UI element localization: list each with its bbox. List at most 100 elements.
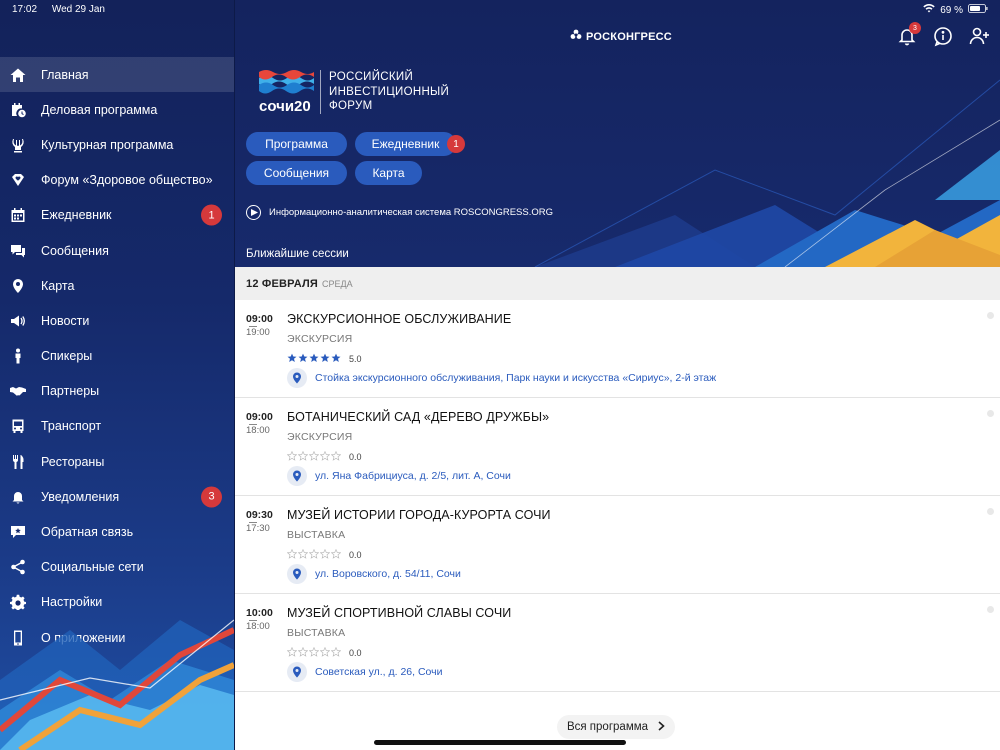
sidebar-item-12[interactable]: Уведомления 3 — [0, 479, 234, 514]
sidebar-item-label: Рестораны — [41, 454, 105, 469]
speaker-person-icon — [10, 348, 26, 364]
session-type: ЭКСКУРСИЯ — [287, 431, 353, 443]
logo-separator — [320, 70, 321, 114]
star-empty-icon — [286, 448, 298, 466]
sidebar-item-0[interactable]: Главная — [0, 57, 234, 93]
session-rating: 0.0 — [286, 448, 362, 466]
battery-icon — [968, 4, 988, 16]
home-icon — [10, 67, 26, 83]
info-chat-icon — [932, 27, 954, 51]
star-empty-icon — [286, 546, 298, 564]
session-start-time: 09:00 — [246, 411, 273, 423]
sidebar-item-13[interactable]: Обратная связь — [0, 514, 234, 549]
status-bar-right: 69 % — [923, 4, 988, 16]
diary-button[interactable]: Ежедневник 1 — [355, 132, 465, 156]
session-location[interactable]: Стойка экскурсионного обслуживания, Парк… — [287, 368, 716, 388]
star-empty-icon — [330, 644, 342, 662]
add-contact-button[interactable] — [968, 25, 990, 47]
rating-value: 0.0 — [349, 550, 362, 560]
roscongress-info-link[interactable]: Информационно-аналитическая система ROSC… — [246, 205, 553, 220]
sidebar-item-8[interactable]: Спикеры — [0, 339, 234, 374]
session-type: ЭКСКУРСИЯ — [287, 333, 353, 345]
star-empty-icon — [286, 644, 298, 662]
sidebar-item-2[interactable]: Культурная программа — [0, 127, 234, 162]
location-pin-icon — [287, 564, 307, 584]
sidebar-item-11[interactable]: Рестораны — [0, 444, 234, 479]
sidebar-item-label: Транспорт — [41, 419, 102, 434]
handshake-icon — [10, 383, 26, 399]
sidebar-item-6[interactable]: Карта — [0, 268, 234, 303]
session-row[interactable]: 09:00 19:00 ЭКСКУРСИОННОЕ ОБСЛУЖИВАНИЕ ЭКСК… — [235, 300, 1000, 398]
messages-button[interactable]: Сообщения — [246, 161, 347, 185]
add-user-icon — [968, 27, 990, 51]
session-end-time: 17:30 — [246, 523, 270, 534]
session-row[interactable]: 09:00 18:00 БОТАНИЧЕСКИЙ САД «ДЕРЕВО ДРУЖБ… — [235, 398, 1000, 496]
session-start-time: 09:30 — [246, 509, 273, 521]
session-location[interactable]: Советская ул., д. 26, Сочи — [287, 662, 442, 682]
session-row[interactable]: 09:30 17:30 МУЗЕЙ ИСТОРИИ ГОРОДА-КУРОРТА С… — [235, 496, 1000, 594]
chat-icon — [10, 243, 26, 259]
session-end-time: 19:00 — [246, 327, 270, 338]
location-pin-icon — [287, 466, 307, 486]
notifications-button[interactable]: 3 — [896, 22, 921, 47]
quick-links-row-1: Программа Ежедневник 1 — [246, 132, 465, 156]
status-dot — [987, 606, 994, 613]
pill-label: Сообщения — [263, 166, 330, 180]
session-title: МУЗЕЙ ИСТОРИИ ГОРОДА-КУРОРТА СОЧИ — [287, 508, 551, 522]
main-content: 69 % РОСКОНГРЕСС 3 сочи20 РОССИЙСКИЙ ИНВ… — [235, 0, 1000, 750]
notifications-count: 3 — [909, 22, 921, 34]
brand-name: РОСКОНГРЕСС — [586, 30, 672, 43]
session-type: ВЫСТАВКА — [287, 627, 346, 639]
date-header: 12 ФЕВРАЛЯ СРЕДА — [235, 267, 1000, 300]
sidebar-item-4[interactable]: Ежедневник 1 — [0, 198, 234, 233]
info-button[interactable] — [932, 25, 954, 47]
bell-icon — [10, 489, 26, 505]
forum-name-line: ФОРУМ — [329, 100, 373, 112]
session-title: МУЗЕЙ СПОРТИВНОЙ СЛАВЫ СОЧИ — [287, 606, 512, 620]
session-location[interactable]: ул. Воровского, д. 54/11, Сочи — [287, 564, 461, 584]
location-label: ул. Яна Фабрициуса, д. 2/5, лит. А, Сочи — [315, 470, 511, 482]
sidebar-item-label: Обратная связь — [41, 525, 134, 540]
sidebar-item-label: Сообщения — [41, 243, 109, 258]
hero-header: 69 % РОСКОНГРЕСС 3 сочи20 РОССИЙСКИЙ ИНВ… — [235, 0, 1000, 267]
diary-badge: 1 — [447, 135, 465, 153]
sidebar: 17:02 Wed 29 Jan Главная Деловая программ… — [0, 0, 234, 750]
star-empty-icon — [308, 644, 320, 662]
calendar-clock-icon — [10, 102, 26, 118]
sidebar-item-label: Деловая программа — [41, 102, 158, 117]
star-empty-icon — [330, 448, 342, 466]
location-label: ул. Воровского, д. 54/11, Сочи — [315, 568, 461, 580]
status-dot — [987, 508, 994, 515]
sidebar-item-1[interactable]: Деловая программа — [0, 92, 234, 127]
session-row[interactable]: 10:00 18:00 МУЗЕЙ СПОРТИВНОЙ СЛАВЫ СОЧИ ВЫС… — [235, 594, 1000, 692]
all-program-button[interactable]: Вся программа — [557, 715, 675, 739]
rating-value: 0.0 — [349, 452, 362, 462]
sidebar-item-3[interactable]: Форум «Здоровое общество» — [0, 163, 234, 198]
location-pin-icon — [287, 662, 307, 682]
sidebar-item-label: Новости — [41, 313, 90, 328]
sidebar-item-label: Культурная программа — [41, 137, 174, 152]
sidebar-item-7[interactable]: Новости — [0, 303, 234, 338]
forum-name: РОССИЙСКИЙ ИНВЕСТИЦИОННЫЙ ФОРУМ — [329, 70, 449, 114]
star-filled-icon — [320, 350, 330, 368]
session-title: ЭКСКУРСИОННОЕ ОБСЛУЖИВАНИЕ — [287, 312, 512, 326]
status-date: Wed 29 Jan — [51, 4, 105, 15]
sidebar-item-9[interactable]: Партнеры — [0, 374, 234, 409]
bus-icon — [10, 418, 26, 434]
session-type: ВЫСТАВКА — [287, 529, 346, 541]
upcoming-sessions-title: Ближайшие сессии — [246, 248, 349, 260]
location-pin-icon — [287, 368, 307, 388]
sidebar-item-label: Ежедневник — [41, 208, 112, 223]
program-button[interactable]: Программа — [246, 132, 347, 156]
lyre-icon — [10, 137, 26, 153]
status-time: 17:02 — [12, 4, 38, 15]
session-title: БОТАНИЧЕСКИЙ САД «ДЕРЕВО ДРУЖБЫ» — [287, 410, 550, 424]
megaphone-icon — [10, 313, 26, 329]
session-end-time: 18:00 — [246, 425, 270, 436]
sidebar-item-5[interactable]: Сообщения — [0, 233, 234, 268]
sidebar-item-10[interactable]: Транспорт — [0, 409, 234, 444]
map-button[interactable]: Карта — [355, 161, 422, 185]
session-location[interactable]: ул. Яна Фабрициуса, д. 2/5, лит. А, Сочи — [287, 466, 511, 486]
star-filled-icon — [331, 350, 341, 368]
play-circle-icon — [246, 205, 261, 220]
